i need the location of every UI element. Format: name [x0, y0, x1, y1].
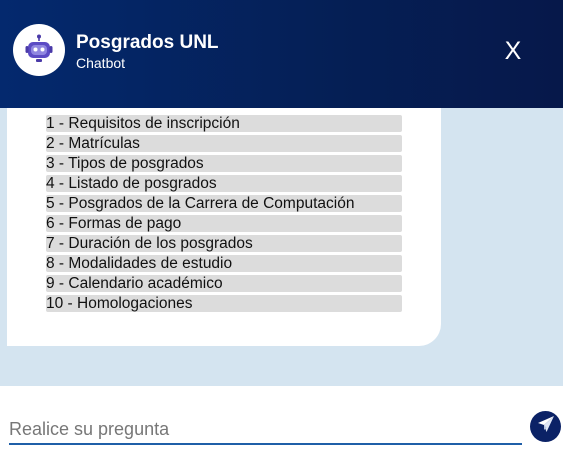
chat-messages-area[interactable]: 1 - Requisitos de inscripción 2 - Matríc… [0, 108, 563, 386]
question-input[interactable] [9, 415, 522, 445]
chat-subtitle: Chatbot [76, 55, 126, 71]
chat-header: Posgrados UNL Chatbot X [0, 0, 563, 108]
robot-icon [24, 33, 54, 68]
menu-option-5[interactable]: 5 - Posgrados de la Carrera de Computaci… [46, 195, 402, 212]
bot-avatar [13, 24, 65, 76]
menu-option-3[interactable]: 3 - Tipos de posgrados [46, 155, 402, 172]
paper-plane-icon [537, 415, 555, 438]
menu-option-10[interactable]: 10 - Homologaciones [46, 295, 402, 312]
menu-option-8[interactable]: 8 - Modalidades de estudio [46, 255, 402, 272]
menu-option-6[interactable]: 6 - Formas de pago [46, 215, 402, 232]
menu-option-7[interactable]: 7 - Duración de los posgrados [46, 235, 402, 252]
bot-message-bubble: 1 - Requisitos de inscripción 2 - Matríc… [7, 108, 441, 346]
menu-option-9[interactable]: 9 - Calendario académico [46, 275, 402, 292]
send-button[interactable] [530, 411, 561, 442]
close-button[interactable]: X [498, 36, 528, 66]
chat-title: Posgrados UNL [76, 32, 219, 53]
menu-option-1[interactable]: 1 - Requisitos de inscripción [46, 115, 402, 132]
input-bar [0, 386, 563, 452]
menu-option-2[interactable]: 2 - Matrículas [46, 135, 402, 152]
menu-option-4[interactable]: 4 - Listado de posgrados [46, 175, 402, 192]
